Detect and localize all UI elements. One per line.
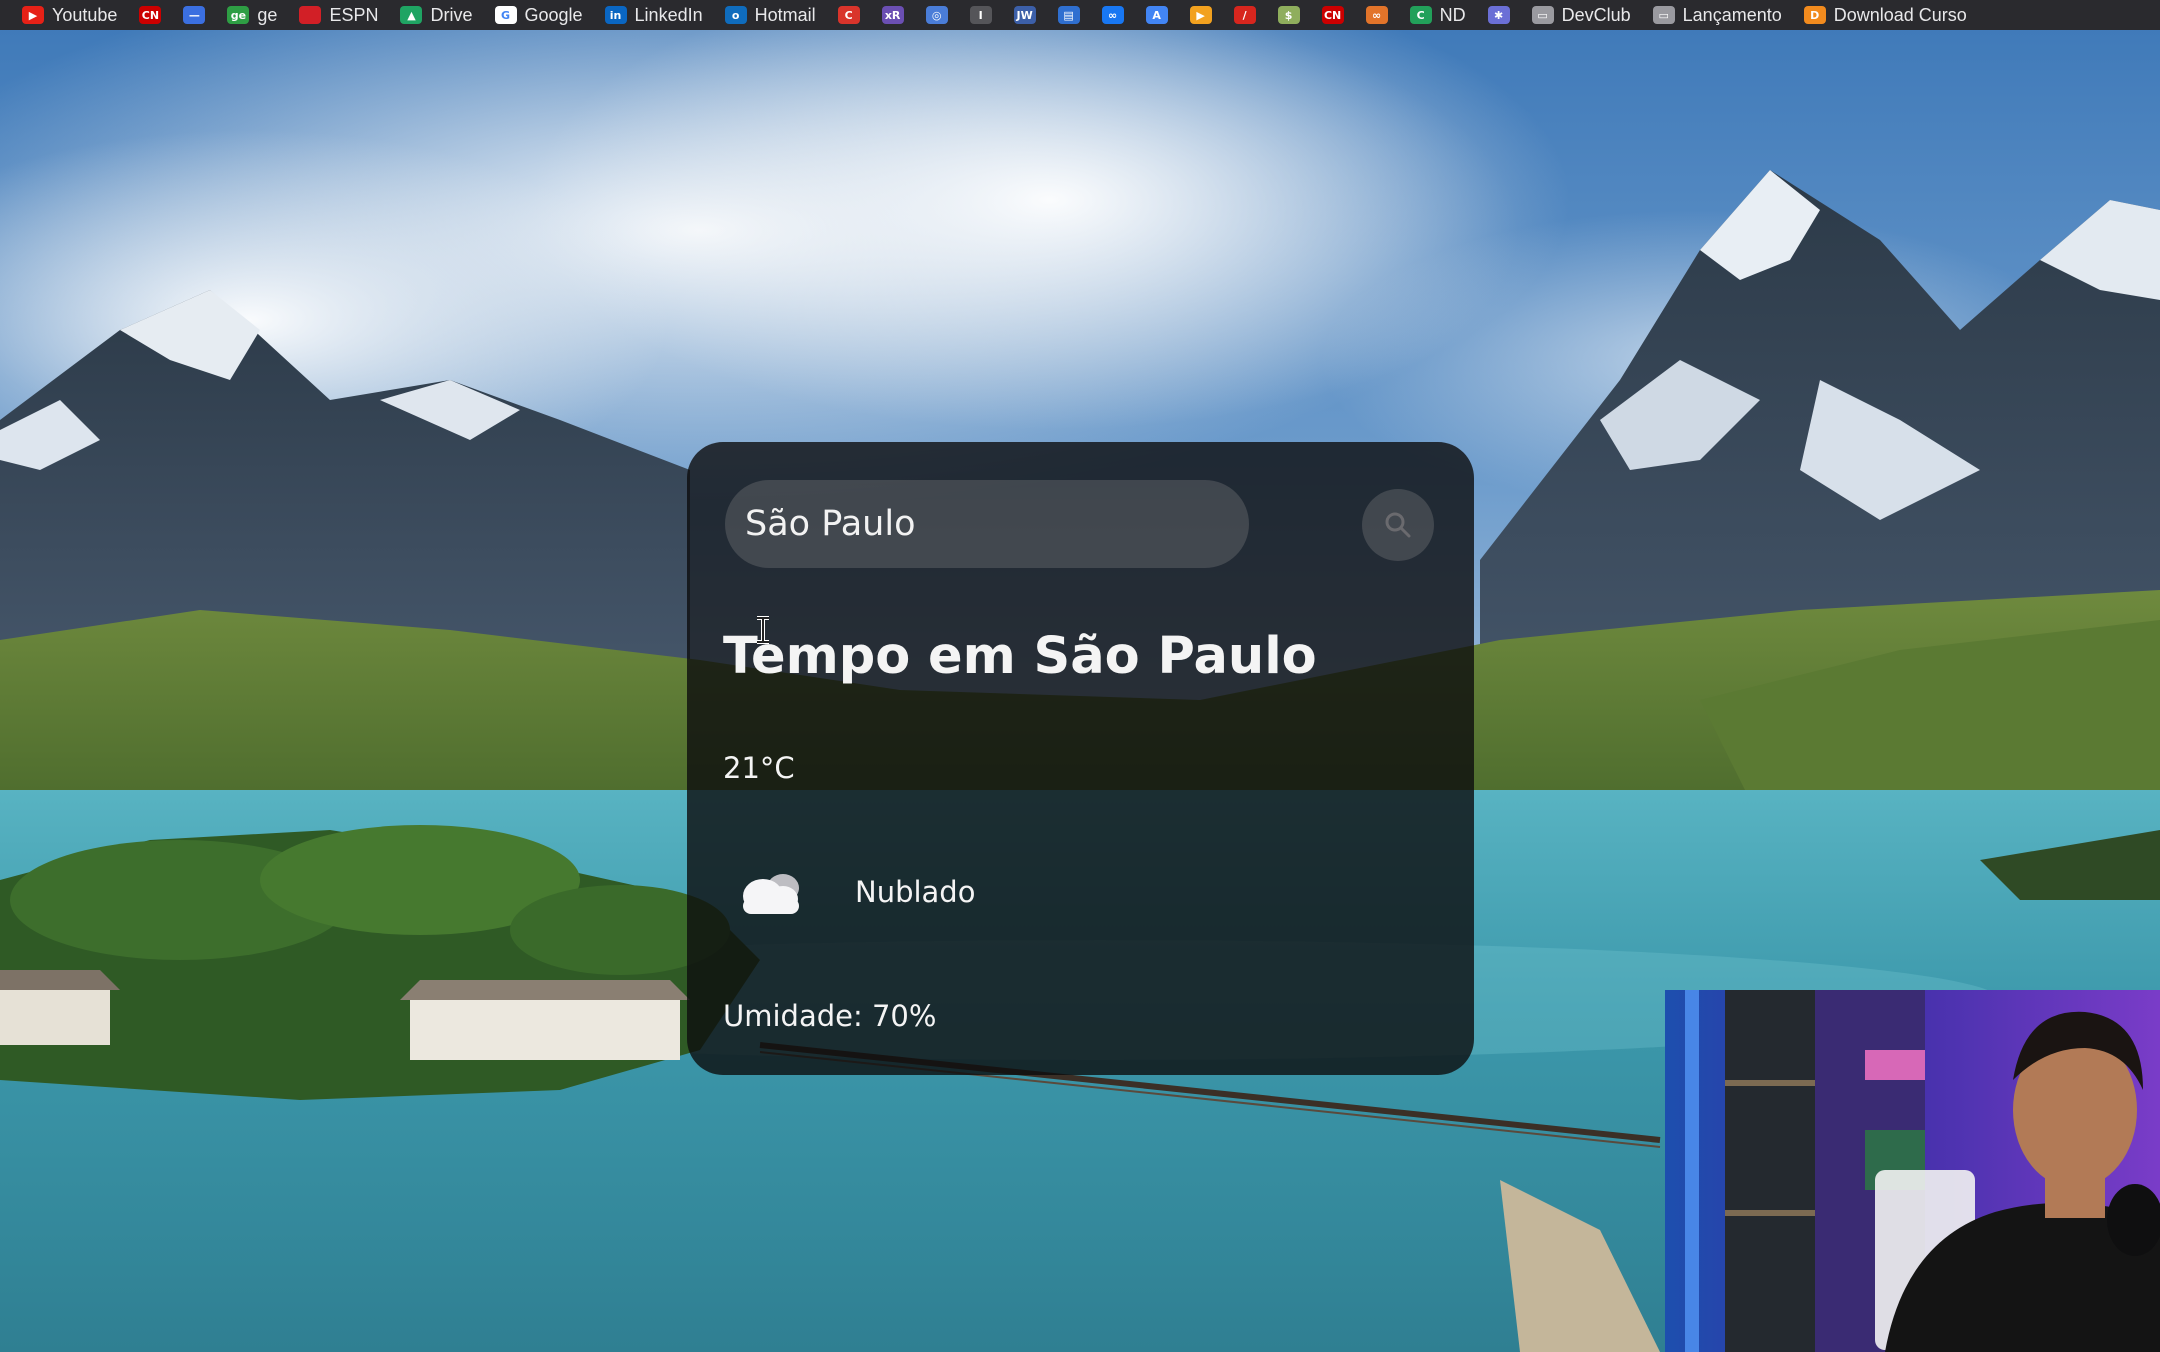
link-icon: ∞ — [1365, 6, 1388, 24]
linkedin-icon: in — [604, 6, 627, 24]
bookmark-play[interactable]: ▶ — [1189, 2, 1212, 28]
bookmark-c[interactable]: C — [837, 2, 860, 28]
bookmark-ads[interactable]: A — [1145, 2, 1168, 28]
bookmark-lançamento[interactable]: ▭ Lançamento — [1652, 2, 1782, 28]
bookmark-meta[interactable]: ∞ — [1101, 2, 1124, 28]
bookmark-cnn2[interactable]: CN — [1321, 2, 1344, 28]
webcam-overlay — [1665, 990, 2160, 1352]
star-icon: ✱ — [1487, 6, 1510, 24]
bookmark-label: ND — [1439, 5, 1466, 25]
bookmark-label: Lançamento — [1682, 5, 1782, 25]
bookmark-star[interactable]: ✱ — [1487, 2, 1510, 28]
bookmark-devclub[interactable]: ▭ DevClub — [1531, 2, 1631, 28]
pdf-icon: / — [1233, 6, 1256, 24]
bookmark-italic[interactable]: I — [969, 2, 992, 28]
page-icon: ▤ — [1057, 6, 1080, 24]
bookmark-label: ESPN — [329, 5, 379, 25]
youtube-icon: ▶ — [22, 6, 44, 24]
bookmark-ge[interactable]: ge ge — [227, 2, 277, 28]
bookmark-link[interactable]: ∞ — [1365, 2, 1388, 28]
cnn2-icon: CN — [1321, 6, 1344, 24]
italic-icon: I — [969, 6, 992, 24]
text-cursor-icon — [757, 616, 769, 644]
meta-icon: ∞ — [1101, 6, 1124, 24]
bookmark-download-curso[interactable]: D Download Curso — [1803, 2, 1967, 28]
bookmark-nd[interactable]: C ND — [1409, 2, 1466, 28]
c-icon: C — [837, 6, 860, 24]
browser-viewport: ▶ Youtube CN — ge ge ESPN ▲ Drive G Google in Linked… — [0, 0, 2160, 1352]
play-icon: ▶ — [1189, 6, 1212, 24]
ge-icon: ge — [227, 6, 250, 24]
nd-icon: C — [1409, 6, 1432, 24]
bookmark-cnn[interactable]: CN — [139, 2, 162, 28]
humidity-value: Umidade: 70% — [723, 999, 937, 1033]
folder-icon: ▭ — [1531, 6, 1554, 24]
bookmark-circle[interactable]: ◎ — [925, 2, 948, 28]
bookmark-label: Youtube — [52, 5, 118, 25]
search-button[interactable] — [1362, 489, 1434, 561]
cloud-icon — [743, 874, 799, 914]
bookmark-page[interactable]: ▤ — [1057, 2, 1080, 28]
bookmark-google[interactable]: G Google — [494, 2, 583, 28]
city-search-input[interactable] — [725, 480, 1249, 568]
xr-icon: xR — [881, 6, 904, 24]
bookmark-label: Google — [524, 5, 583, 25]
espn-icon — [299, 6, 322, 24]
bookmark-xr[interactable]: xR — [881, 2, 904, 28]
bookmark-hotmail[interactable]: o Hotmail — [724, 2, 816, 28]
circle-icon: ◎ — [925, 6, 948, 24]
google-drive-icon: ▲ — [400, 6, 423, 24]
bookmark-icon: — — [183, 6, 206, 24]
download-icon: D — [1803, 6, 1826, 24]
bookmark-label: DevClub — [1561, 5, 1631, 25]
bookmark-label: ge — [257, 5, 278, 25]
bookmark-jw[interactable]: JW — [1013, 2, 1036, 28]
bookmark-espn[interactable]: ESPN — [299, 2, 378, 28]
bookmark-bookmark[interactable]: — — [183, 2, 206, 28]
bookmark-linkedin[interactable]: in LinkedIn — [604, 2, 703, 28]
money-icon: $ — [1277, 6, 1300, 24]
bookmark-label: Hotmail — [754, 5, 816, 25]
ads-icon: A — [1145, 6, 1168, 24]
bookmark-label: Drive — [430, 5, 473, 25]
weather-card: Tempo em São Paulo 21°C Nublado Umidade:… — [687, 442, 1474, 1075]
bookmark-pdf[interactable]: / — [1233, 2, 1256, 28]
outlook-icon: o — [724, 6, 747, 24]
weather-description: Nublado — [855, 875, 976, 909]
weather-title: Tempo em São Paulo — [723, 627, 1317, 686]
search-icon — [1385, 512, 1411, 538]
jw-icon: JW — [1013, 6, 1036, 24]
temperature-value: 21°C — [723, 751, 795, 785]
bookmark-youtube[interactable]: ▶ Youtube — [22, 2, 117, 28]
cnn-icon: CN — [139, 6, 162, 24]
bookmarks-bar: ▶ Youtube CN — ge ge ESPN ▲ Drive G Google in Linked… — [0, 0, 2160, 30]
google-icon: G — [494, 6, 517, 24]
bookmark-drive[interactable]: ▲ Drive — [400, 2, 473, 28]
bookmark-label: Download Curso — [1833, 5, 1967, 25]
bookmark-money[interactable]: $ — [1277, 2, 1300, 28]
bookmark-label: LinkedIn — [634, 5, 703, 25]
folder-icon: ▭ — [1652, 6, 1675, 24]
